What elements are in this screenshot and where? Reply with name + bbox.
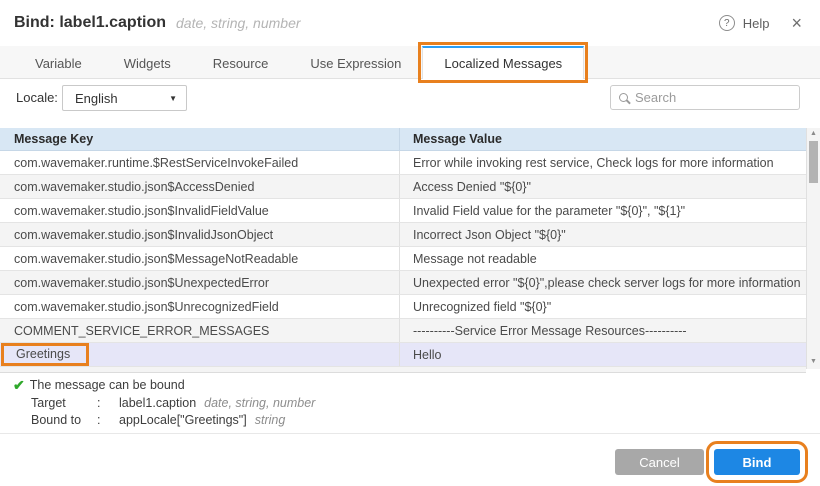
message-value-cell[interactable]: Message not readable [400, 247, 806, 270]
message-key-cell[interactable]: Greetings [0, 343, 400, 366]
table-row[interactable]: com.wavemaker.studio.json$UnrecognizedFi… [0, 295, 820, 319]
search-input[interactable] [635, 90, 811, 105]
target-label: Target [31, 396, 97, 410]
help-link[interactable]: Help [743, 16, 770, 31]
table-body: com.wavemaker.runtime.$RestServiceInvoke… [0, 151, 820, 367]
message-key-cell[interactable]: com.wavemaker.studio.json$UnexpectedErro… [0, 271, 400, 294]
column-header-message-key[interactable]: Message Key [0, 128, 400, 150]
tab-label: Use Expression [310, 56, 401, 71]
table-row[interactable]: com.wavemaker.studio.json$InvalidFieldVa… [0, 199, 820, 223]
table-row[interactable]: com.wavemaker.studio.json$UnexpectedErro… [0, 271, 820, 295]
table-row-partial [0, 367, 806, 373]
message-key-cell[interactable]: com.wavemaker.studio.json$MessageNotRead… [0, 247, 400, 270]
check-icon: ✔ [13, 377, 25, 394]
locale-selected-value: English [75, 91, 118, 106]
tab-label: Variable [35, 56, 82, 71]
target-type: date, string, number [204, 396, 315, 410]
message-key-cell[interactable]: com.wavemaker.studio.json$AccessDenied [0, 175, 400, 198]
message-value-cell[interactable]: Access Denied "${0}" [400, 175, 806, 198]
message-value-cell[interactable]: Hello [400, 343, 806, 366]
footer-divider [0, 433, 820, 434]
bind-status-panel: ✔ The message can be bound Target : labe… [0, 376, 820, 428]
help-icon[interactable]: ? [719, 15, 735, 31]
messages-table: Message Key Message Value com.wavemaker.… [0, 128, 820, 374]
message-value-cell[interactable]: ----------Service Error Message Resource… [400, 319, 806, 342]
message-key-cell[interactable]: com.wavemaker.studio.json$InvalidJsonObj… [0, 223, 400, 246]
tab-label: Resource [213, 56, 269, 71]
dialog-title: Bind: label1.caption [14, 14, 166, 32]
tab-use-expression[interactable]: Use Expression [289, 46, 422, 78]
message-key-cell[interactable]: com.wavemaker.runtime.$RestServiceInvoke… [0, 151, 400, 174]
search-icon [619, 93, 628, 102]
locale-select[interactable]: English ▼ [62, 85, 187, 111]
bind-button[interactable]: Bind [714, 449, 800, 475]
target-value: label1.caption [119, 396, 196, 410]
search-box[interactable] [610, 85, 800, 110]
message-key-cell[interactable]: com.wavemaker.studio.json$InvalidFieldVa… [0, 199, 400, 222]
table-row[interactable]: Greetings Hello [0, 343, 820, 367]
tab-variable[interactable]: Variable [14, 46, 103, 78]
message-value-cell[interactable]: Invalid Field value for the parameter "$… [400, 199, 806, 222]
tab-label: Widgets [124, 56, 171, 71]
message-key-cell[interactable]: COMMENT_SERVICE_ERROR_MESSAGES [0, 319, 400, 342]
toolbar-row: Locale: English ▼ [0, 80, 820, 126]
message-value-cell[interactable]: Unexpected error "${0}",please check ser… [400, 271, 806, 294]
table-row[interactable]: com.wavemaker.runtime.$RestServiceInvoke… [0, 151, 820, 175]
tab-localized-messages[interactable]: Localized Messages [422, 46, 584, 79]
bound-to-line: Bound to : appLocale["Greetings"] string [0, 412, 820, 428]
table-row[interactable]: com.wavemaker.studio.json$AccessDenied A… [0, 175, 820, 199]
chevron-down-icon: ▼ [169, 94, 177, 103]
bind-dialog: Bind: label1.caption date, string, numbe… [0, 0, 820, 486]
message-value-cell[interactable]: Incorrect Json Object "${0}" [400, 223, 806, 246]
tab-widgets[interactable]: Widgets [103, 46, 192, 78]
dialog-subtitle: date, string, number [176, 15, 301, 31]
table-header-row: Message Key Message Value [0, 128, 820, 151]
tab-label: Localized Messages [444, 56, 562, 71]
bound-to-label: Bound to [31, 413, 97, 427]
scrollbar-thumb[interactable] [809, 141, 818, 183]
tab-bar: Variable Widgets Resource Use Expression… [0, 46, 820, 79]
scroll-down-icon[interactable]: ▼ [807, 357, 820, 367]
footer-buttons: Cancel Bind [615, 449, 800, 475]
table-row[interactable]: COMMENT_SERVICE_ERROR_MESSAGES ---------… [0, 319, 820, 343]
locale-label: Locale: [16, 90, 58, 105]
bind-status-message: The message can be bound [30, 378, 185, 392]
vertical-scrollbar[interactable]: ▲ ▼ [806, 128, 820, 369]
dialog-titlebar: Bind: label1.caption date, string, numbe… [0, 0, 820, 46]
close-icon[interactable]: × [791, 14, 802, 32]
table-row[interactable]: com.wavemaker.studio.json$MessageNotRead… [0, 247, 820, 271]
table-row[interactable]: com.wavemaker.studio.json$InvalidJsonObj… [0, 223, 820, 247]
target-line: Target : label1.caption date, string, nu… [0, 395, 820, 411]
column-header-message-value[interactable]: Message Value [400, 128, 806, 150]
cancel-button[interactable]: Cancel [615, 449, 704, 475]
message-value-cell[interactable]: Unrecognized field "${0}" [400, 295, 806, 318]
bound-to-value: appLocale["Greetings"] [119, 413, 247, 427]
message-value-cell[interactable]: Error while invoking rest service, Check… [400, 151, 806, 174]
tab-resource[interactable]: Resource [192, 46, 290, 78]
message-key-cell[interactable]: com.wavemaker.studio.json$UnrecognizedFi… [0, 295, 400, 318]
bound-to-type: string [255, 413, 286, 427]
scroll-up-icon[interactable]: ▲ [807, 129, 820, 139]
